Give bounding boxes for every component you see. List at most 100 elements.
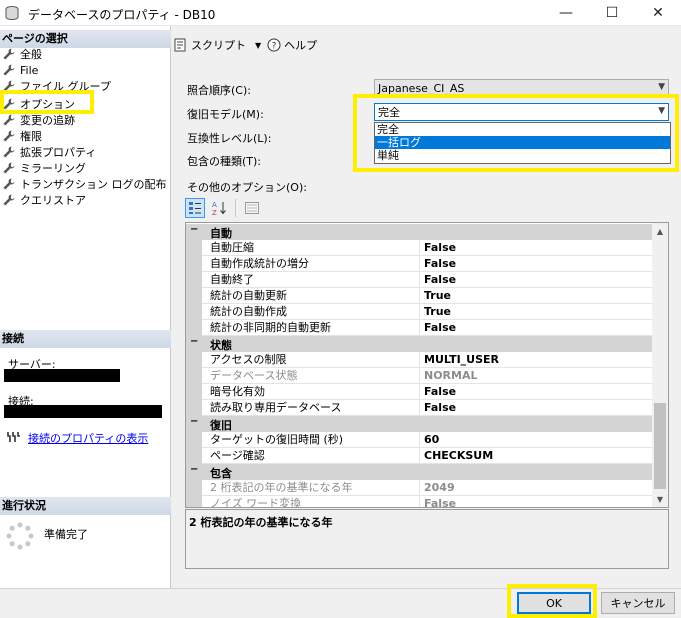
left-pane: ページの選択 全般 File ファイル グループ オプション 変更の追跡 権限 拡張プロパテ…: [0, 26, 171, 588]
page-item-change-tracking[interactable]: 変更の追跡: [2, 112, 75, 128]
wrench-icon: [3, 162, 15, 174]
maximize-button[interactable]: ☐: [589, 0, 635, 26]
page-item-label: ミラーリング: [20, 162, 86, 175]
property-name: 読み取り専用データベース: [202, 400, 420, 416]
page-item-label: 全般: [20, 48, 42, 61]
categorized-button[interactable]: [185, 198, 205, 218]
grid-gutter: [186, 480, 202, 496]
ok-button[interactable]: OK: [517, 592, 591, 614]
page-item-mirroring[interactable]: ミラーリング: [2, 160, 86, 176]
collapse-icon[interactable]: −: [190, 416, 202, 427]
page-item-log-shipping[interactable]: トランザクション ログの配布: [2, 176, 167, 192]
recovery-model-combo[interactable]: 完全 ▼: [374, 103, 669, 121]
close-icon: ✕: [652, 5, 664, 21]
database-icon: [5, 6, 19, 21]
grid-row[interactable]: 統計の非同期的自動更新 False: [186, 320, 654, 336]
page-item-options[interactable]: オプション: [2, 96, 75, 112]
grid-gutter: [186, 320, 202, 336]
recovery-option-bulk-logged[interactable]: 一括ログ: [375, 136, 670, 149]
close-button[interactable]: ✕: [635, 0, 681, 26]
collation-combo[interactable]: Japanese_CI_AS ▼: [374, 79, 669, 97]
collapse-icon[interactable]: −: [190, 464, 202, 475]
property-value: 2049: [420, 480, 654, 496]
property-value[interactable]: False: [420, 272, 654, 288]
property-value[interactable]: MULTI_USER: [420, 352, 654, 368]
connection-properties-icon: [7, 432, 20, 442]
grid-category[interactable]: − 自動: [186, 224, 654, 240]
property-pages-icon: [245, 202, 259, 214]
page-item-label: オプション: [20, 98, 75, 111]
scroll-down-icon[interactable]: ▼: [652, 491, 668, 507]
grid-gutter: [186, 272, 202, 288]
maximize-icon: ☐: [605, 5, 619, 21]
wrench-icon: [3, 194, 15, 206]
grid-category[interactable]: − 状態: [186, 336, 654, 352]
grid-scrollbar[interactable]: ▲ ▼: [652, 223, 668, 507]
grid-category-label: 包含: [210, 467, 232, 480]
grid-row[interactable]: データベース状態 NORMAL: [186, 368, 654, 384]
property-value[interactable]: False: [420, 400, 654, 416]
grid-gutter: [186, 256, 202, 272]
page-item-filegroups[interactable]: ファイル グループ: [2, 78, 111, 94]
grid-row[interactable]: 自動圧縮 False: [186, 240, 654, 256]
grid-row[interactable]: ページ確認 CHECKSUM: [186, 448, 654, 464]
collapse-icon[interactable]: −: [190, 224, 202, 235]
grid-category-label: 復旧: [210, 419, 232, 432]
property-name: ターゲットの復旧時間 (秒): [202, 432, 420, 448]
grid-gutter: [186, 304, 202, 320]
property-value[interactable]: 60: [420, 432, 654, 448]
grid-row[interactable]: ターゲットの復旧時間 (秒) 60: [186, 432, 654, 448]
wrench-icon: [3, 64, 15, 76]
page-item-permissions[interactable]: 権限: [2, 128, 42, 144]
property-grid-toolbar: A Z: [185, 197, 262, 219]
recovery-option-simple[interactable]: 単純: [375, 149, 670, 162]
property-value[interactable]: False: [420, 320, 654, 336]
property-name: 暗号化有効: [202, 384, 420, 400]
page-item-query-store[interactable]: クエリストア: [2, 192, 86, 208]
grid-row[interactable]: 2 桁表記の年の基準になる年 2049: [186, 480, 654, 496]
wrench-icon: [3, 178, 15, 190]
property-value[interactable]: False: [420, 256, 654, 272]
view-connection-properties-link[interactable]: 接続のプロパティの表示: [28, 430, 148, 446]
property-name: 自動作成統計の増分: [202, 256, 420, 272]
page-item-extended-properties[interactable]: 拡張プロパティ: [2, 144, 96, 160]
page-item-file[interactable]: File: [2, 62, 38, 78]
recovery-option-full[interactable]: 完全: [375, 123, 670, 136]
property-value[interactable]: CHECKSUM: [420, 448, 654, 464]
help-button[interactable]: ? ヘルプ: [267, 37, 317, 53]
grid-gutter: [186, 288, 202, 304]
grid-row[interactable]: 統計の自動作成 True: [186, 304, 654, 320]
grid-category[interactable]: − 復旧: [186, 416, 654, 432]
grid-row[interactable]: 自動終了 False: [186, 272, 654, 288]
grid-row[interactable]: 統計の自動更新 True: [186, 288, 654, 304]
minimize-button[interactable]: —: [543, 0, 589, 26]
wrench-icon: [3, 146, 15, 158]
property-value[interactable]: False: [420, 384, 654, 400]
property-pages-button[interactable]: [242, 198, 262, 218]
property-value[interactable]: False: [420, 240, 654, 256]
grid-row[interactable]: ノイズ ワード変換 False: [186, 496, 654, 507]
grid-row[interactable]: 自動作成統計の増分 False: [186, 256, 654, 272]
property-value[interactable]: True: [420, 288, 654, 304]
containment-label: 包含の種類(T):: [187, 155, 262, 168]
grid-category[interactable]: − 包含: [186, 464, 654, 480]
script-button[interactable]: スクリプト ▼: [172, 37, 261, 53]
scroll-thumb[interactable]: [654, 403, 666, 489]
grid-gutter: [186, 448, 202, 464]
alphabetical-button[interactable]: A Z: [209, 198, 229, 218]
property-name: アクセスの制限: [202, 352, 420, 368]
property-value[interactable]: True: [420, 304, 654, 320]
collapse-icon[interactable]: −: [190, 336, 202, 347]
grid-gutter: [186, 352, 202, 368]
property-name: 2 桁表記の年の基準になる年: [202, 480, 420, 496]
grid-row[interactable]: 暗号化有効 False: [186, 384, 654, 400]
page-item-general[interactable]: 全般: [2, 46, 42, 62]
scroll-up-icon[interactable]: ▲: [652, 223, 668, 239]
grid-row[interactable]: 読み取り専用データベース False: [186, 400, 654, 416]
cancel-button[interactable]: キャンセル: [601, 592, 675, 614]
help-icon: ?: [267, 38, 281, 52]
redacted-server: [4, 369, 120, 382]
grid-row[interactable]: アクセスの制限 MULTI_USER: [186, 352, 654, 368]
grid-gutter: [186, 240, 202, 256]
collation-value: Japanese_CI_AS: [378, 81, 465, 95]
